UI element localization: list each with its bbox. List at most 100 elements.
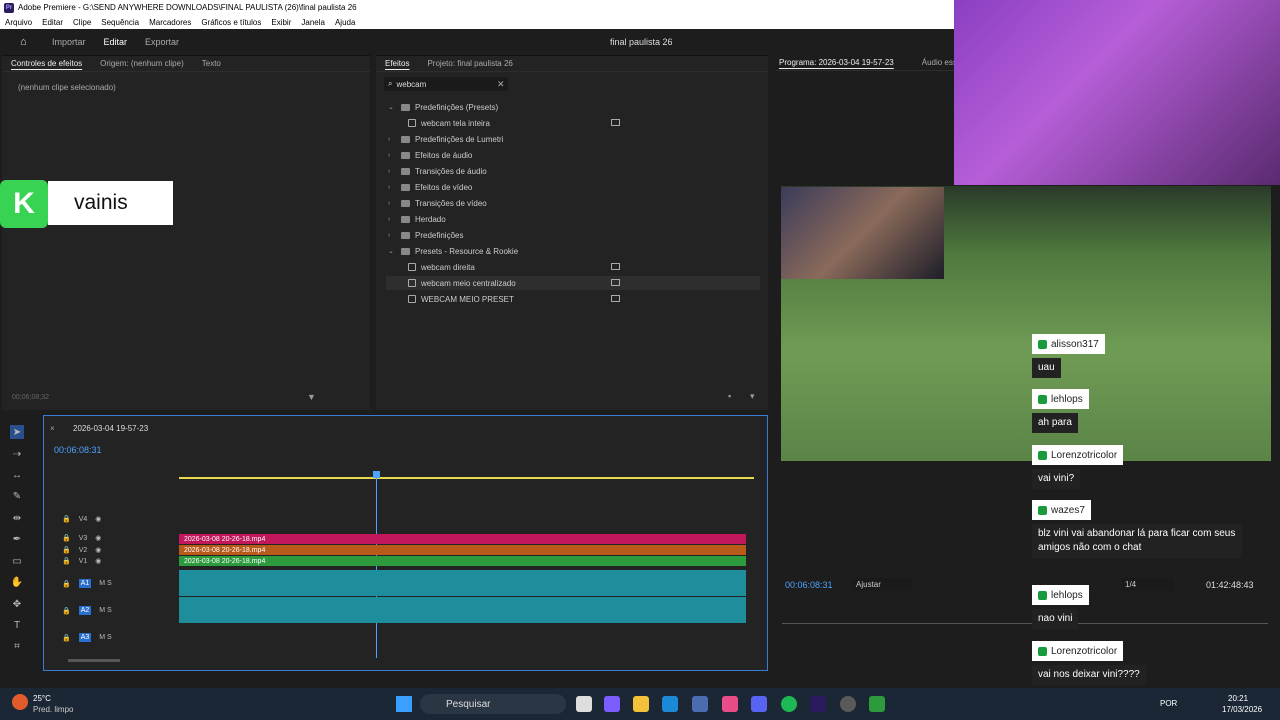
clip-v1[interactable]: 2026-03-08 20-26-18.mp4 bbox=[179, 556, 746, 566]
clip-v3[interactable]: 2026-03-08 20-26-18.mp4 bbox=[179, 534, 746, 544]
chat-message: ah para bbox=[1032, 413, 1078, 433]
tab-effects[interactable]: Efeitos bbox=[385, 59, 409, 68]
menu-graficos[interactable]: Gráficos e títulos bbox=[201, 18, 261, 27]
chevron-right-icon[interactable]: › bbox=[388, 152, 396, 159]
tab-effect-controls[interactable]: Controles de efeitos bbox=[11, 59, 82, 68]
program-scrubber[interactable] bbox=[782, 623, 1268, 624]
store-icon[interactable] bbox=[692, 696, 708, 712]
search-input[interactable]: webcam bbox=[396, 80, 426, 89]
selection-tool-icon[interactable]: ➤ bbox=[10, 425, 24, 439]
new-folder-icon[interactable]: ▪ bbox=[728, 391, 731, 401]
chevron-right-icon[interactable]: › bbox=[388, 184, 396, 191]
hand-icon[interactable]: ✋ bbox=[10, 575, 24, 589]
program-timecode[interactable]: 00:06:08:31 bbox=[785, 580, 833, 590]
search-icon: ⌕ bbox=[388, 79, 393, 88]
tab-importar[interactable]: Importar bbox=[52, 37, 86, 47]
menu-clipe[interactable]: Clipe bbox=[73, 18, 91, 27]
filter-icon[interactable]: ▼ bbox=[307, 392, 316, 402]
file-explorer-icon[interactable] bbox=[633, 696, 649, 712]
clip-v2[interactable]: 2026-03-08 20-26-18.mp4 bbox=[179, 545, 746, 555]
tab-source[interactable]: Origem: (nenhum clipe) bbox=[100, 59, 184, 68]
preset-icon bbox=[408, 279, 416, 287]
audio-clip-a1[interactable] bbox=[179, 570, 746, 596]
ripple-edit-icon[interactable]: ↔ bbox=[10, 468, 24, 482]
effects-tree-item[interactable]: › Predefinições de Lumetri bbox=[386, 132, 504, 146]
tab-exportar[interactable]: Exportar bbox=[145, 37, 179, 47]
weather-icon[interactable] bbox=[12, 694, 28, 710]
menu-ajuda[interactable]: Ajuda bbox=[335, 18, 355, 27]
taskbar-search[interactable]: Pesquisar bbox=[420, 694, 566, 714]
menu-exibir[interactable]: Exibir bbox=[271, 18, 291, 27]
effect-controls-panel: Controles de efeitos Origem: (nenhum cli… bbox=[2, 55, 370, 410]
tab-project[interactable]: Projeto: final paulista 26 bbox=[427, 59, 512, 68]
effects-tree-item[interactable]: webcam meio centralizado bbox=[386, 276, 760, 290]
language-indicator[interactable]: POR bbox=[1160, 699, 1177, 708]
menu-editar[interactable]: Editar bbox=[42, 18, 63, 27]
obs-icon[interactable] bbox=[840, 696, 856, 712]
chevron-down-icon[interactable]: ⌄ bbox=[388, 247, 396, 255]
fit-dropdown[interactable]: Ajustar bbox=[852, 578, 912, 591]
instagram-icon[interactable] bbox=[722, 696, 738, 712]
copilot-icon[interactable] bbox=[604, 696, 620, 712]
close-sequence-icon[interactable]: × bbox=[50, 424, 55, 433]
menu-arquivo[interactable]: Arquivo bbox=[5, 18, 32, 27]
chevron-right-icon[interactable]: › bbox=[388, 232, 396, 239]
effects-tree-item[interactable]: ⌄ Predefinições (Presets) bbox=[386, 100, 498, 114]
track-select-icon[interactable]: ⇢ bbox=[10, 447, 24, 461]
effects-tree-item[interactable]: › Herdado bbox=[386, 212, 446, 226]
razor-icon[interactable]: ✎ bbox=[10, 489, 24, 503]
playhead[interactable] bbox=[376, 474, 377, 658]
effects-tree-item[interactable]: › Predefinições bbox=[386, 228, 463, 242]
chat-username: Lorenzotricolor bbox=[1032, 445, 1124, 465]
task-view-icon[interactable] bbox=[576, 696, 592, 712]
effects-tree-item[interactable]: webcam tela inteira bbox=[386, 116, 490, 130]
scale-dropdown[interactable]: 1/4 bbox=[1121, 578, 1173, 591]
playhead-handle[interactable] bbox=[373, 471, 380, 478]
timeline-timecode[interactable]: 00:06:08:31 bbox=[54, 445, 102, 455]
chevron-down-icon[interactable]: ⌄ bbox=[388, 103, 396, 111]
edge-icon[interactable] bbox=[662, 696, 678, 712]
chat-username: wazes7 bbox=[1032, 500, 1091, 520]
menu-marcadores[interactable]: Marcadores bbox=[149, 18, 191, 27]
clock-time[interactable]: 20:21 bbox=[1228, 694, 1248, 703]
work-area-bar[interactable] bbox=[179, 477, 754, 479]
slip-icon[interactable]: ⇹ bbox=[10, 511, 24, 525]
text-tool-icon[interactable]: T bbox=[10, 618, 24, 632]
menu-janela[interactable]: Janela bbox=[301, 18, 325, 27]
tab-editar[interactable]: Editar bbox=[104, 37, 128, 47]
chevron-right-icon[interactable]: › bbox=[388, 200, 396, 207]
windows-start-icon[interactable] bbox=[396, 696, 412, 712]
effects-tree-item[interactable]: ⌄ Presets - Resource & Rookie bbox=[386, 244, 518, 258]
effects-search[interactable]: ⌕ webcam bbox=[384, 77, 508, 91]
tab-text[interactable]: Texto bbox=[202, 59, 221, 68]
effects-tree-item[interactable]: › Transições de vídeo bbox=[386, 196, 487, 210]
discord-icon[interactable] bbox=[751, 696, 767, 712]
chevron-right-icon[interactable]: › bbox=[388, 136, 396, 143]
audio-clip-a2[interactable] bbox=[179, 597, 746, 623]
chat-user-name: lehlops bbox=[1051, 589, 1083, 601]
trash-icon[interactable]: ▾ bbox=[750, 391, 755, 402]
caption-tool-icon[interactable]: ⌗ bbox=[10, 639, 24, 653]
effects-tree-item[interactable]: › Efeitos de vídeo bbox=[386, 180, 472, 194]
effects-tree-item[interactable]: WEBCAM MEIO PRESET bbox=[386, 292, 514, 306]
zoom-icon[interactable]: ✥ bbox=[10, 597, 24, 611]
effects-tree-item[interactable]: › Efeitos de áudio bbox=[386, 148, 472, 162]
effects-tree-item[interactable]: webcam direita bbox=[386, 260, 475, 274]
spotify-icon[interactable] bbox=[781, 696, 797, 712]
effects-tree-item[interactable]: › Transições de áudio bbox=[386, 164, 487, 178]
kick-taskbar-icon[interactable] bbox=[869, 696, 885, 712]
tab-program[interactable]: Programa: 2026-03-04 19-57-23 bbox=[779, 58, 894, 67]
home-icon[interactable]: ⌂ bbox=[20, 36, 34, 48]
pen-icon[interactable]: ✒ bbox=[10, 532, 24, 546]
rectangle-icon[interactable]: ▭ bbox=[10, 554, 24, 568]
premiere-taskbar-icon[interactable] bbox=[810, 696, 826, 712]
menu-sequencia[interactable]: Sequência bbox=[101, 18, 139, 27]
tree-item-label: webcam meio centralizado bbox=[421, 278, 516, 288]
clock-date[interactable]: 17/03/2026 bbox=[1222, 705, 1262, 714]
chevron-right-icon[interactable]: › bbox=[388, 168, 396, 175]
chevron-right-icon[interactable]: › bbox=[388, 216, 396, 223]
clip-name: 2026-03-08 20-26-18.mp4 bbox=[184, 557, 266, 565]
chat-user-name: wazes7 bbox=[1051, 504, 1085, 516]
clear-search-icon[interactable]: ✕ bbox=[497, 79, 505, 90]
zoom-scrollbar[interactable] bbox=[68, 659, 120, 662]
